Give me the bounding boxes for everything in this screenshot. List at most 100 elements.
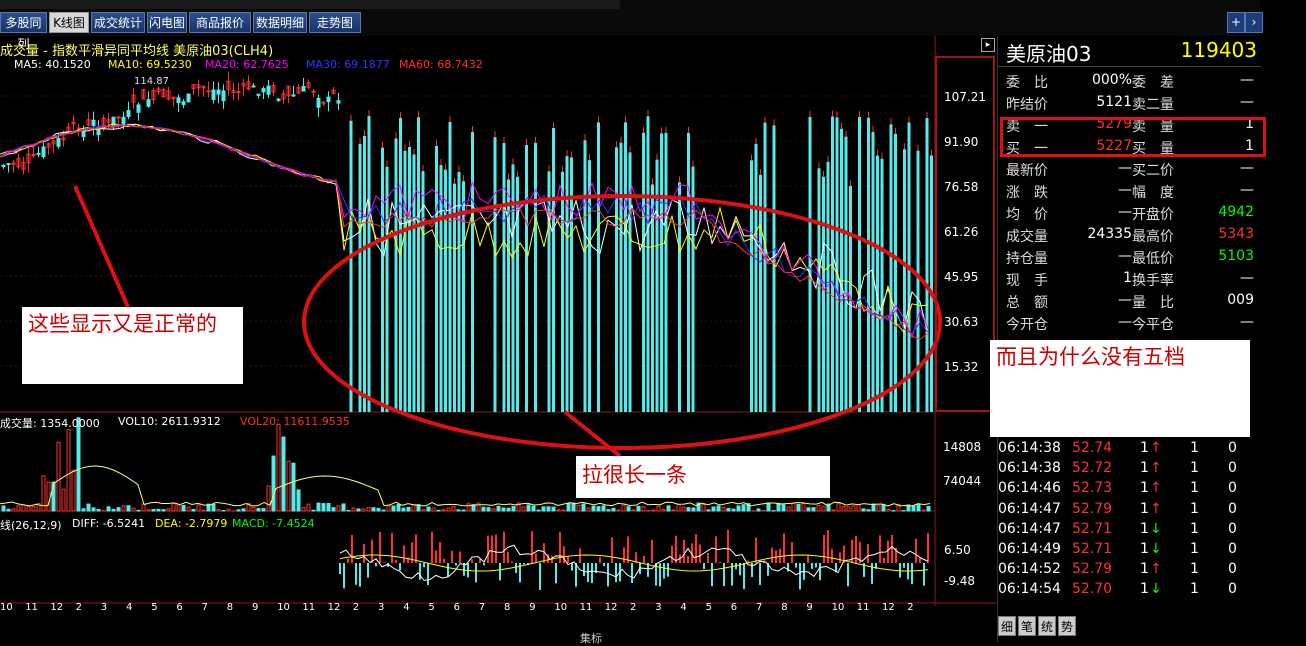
volume-bar	[847, 507, 850, 511]
volume-bar	[157, 509, 160, 511]
volume-bar	[462, 510, 465, 511]
volume-bar	[217, 510, 220, 511]
arrow-down-icon: ↓	[1150, 541, 1162, 557]
volume-bar	[722, 507, 725, 511]
volume-bar	[277, 424, 280, 511]
price-axis-frame	[935, 56, 995, 412]
time-tick-label: 7	[756, 602, 762, 613]
tick-time: 06:14:38	[998, 440, 1061, 456]
tick-vol: 1	[1140, 521, 1149, 537]
tab-5[interactable]: 数据明细	[253, 12, 307, 33]
long-candle-bar	[615, 147, 618, 412]
time-tick-label: 10	[277, 602, 290, 613]
volume-bar	[302, 508, 305, 511]
volume-bar	[532, 506, 535, 511]
volume-bar	[242, 509, 245, 511]
candle-body	[317, 98, 320, 107]
tick-row: 06:14:3852.72110↑	[998, 460, 1248, 480]
time-tick-label: 3	[378, 602, 384, 613]
volume-bar	[252, 507, 255, 511]
time-tick-label: 8	[227, 602, 233, 613]
long-candle-bar	[597, 122, 600, 412]
volume-bar	[67, 430, 70, 511]
arrow-down-icon: ↓	[1150, 521, 1162, 537]
quote-row: 涨 跌—幅 度—	[1006, 182, 1254, 204]
toolbar-icon-row	[0, 0, 620, 9]
long-candle-bar	[903, 149, 906, 412]
add-icon[interactable]: +	[1227, 12, 1245, 33]
candle-body	[92, 120, 95, 125]
volume-bar	[597, 507, 600, 511]
long-candle-bar	[435, 146, 438, 412]
volume-bar	[62, 489, 65, 511]
volume-bar	[147, 510, 150, 511]
candle-body	[262, 89, 265, 92]
expand-icon[interactable]: ▸	[981, 38, 995, 52]
tick-price: 52.72	[1072, 460, 1112, 476]
volume-bar	[382, 510, 385, 511]
note-no-five: 而且为什么没有五档	[990, 340, 1250, 437]
time-tick-label: 12	[882, 602, 895, 613]
tab-0[interactable]: 多股同列	[0, 12, 47, 33]
volume-bar	[22, 505, 25, 511]
candle-body	[187, 94, 190, 102]
long-candle-bar	[647, 116, 650, 412]
volume-bar	[817, 505, 820, 511]
long-candle-bar	[755, 144, 758, 412]
tab-3[interactable]: 闪电图	[147, 12, 187, 33]
volume-bar	[602, 506, 605, 511]
volume-bar	[487, 508, 490, 511]
volume-bar	[82, 509, 85, 511]
time-tick-label: 2	[907, 602, 913, 613]
tick-row: 06:14:4952.71110↓	[998, 541, 1248, 561]
quote-label: 最低价	[1132, 248, 1174, 268]
volume-bar	[197, 505, 200, 511]
tab-6[interactable]: 走势图	[309, 12, 361, 33]
ma-label-3: MA30: 69.1877	[306, 58, 390, 71]
tick-time: 06:14:54	[998, 581, 1061, 597]
long-candle-bar	[449, 122, 452, 412]
tick-b: 0	[1228, 541, 1237, 557]
long-candle-bar	[926, 118, 929, 412]
volume-bar	[427, 507, 430, 511]
tab-2[interactable]: 成交统计	[91, 12, 145, 33]
tick-price: 52.70	[1072, 581, 1112, 597]
volume-bar	[202, 510, 205, 511]
volume-bar	[357, 509, 360, 511]
volume-bar	[492, 509, 495, 511]
volume-bar	[77, 418, 80, 511]
candle-body	[137, 105, 140, 112]
long-candle-bar	[404, 151, 407, 412]
volume-bar	[877, 506, 880, 511]
panel-tab-2[interactable]: 统	[1038, 616, 1056, 636]
quote-row: 均 价—开盘价4942	[1006, 204, 1254, 226]
volume-bar	[632, 510, 635, 511]
volume-bar	[97, 509, 100, 511]
volume-bar	[642, 507, 645, 511]
long-candle-bar	[858, 117, 861, 412]
volume-bar	[482, 507, 485, 511]
long-candle-bar	[773, 125, 776, 412]
volume-bar	[652, 510, 655, 511]
volume-bar	[457, 510, 460, 511]
volume-bar	[912, 506, 915, 511]
volume-bar	[267, 486, 270, 511]
time-tick-label: 12	[605, 602, 618, 613]
tab-1[interactable]: K线图	[49, 12, 89, 33]
chevron-right-icon[interactable]: ›	[1245, 12, 1263, 33]
quote-value: —	[1118, 314, 1132, 330]
long-candle-bar	[930, 155, 933, 412]
panel-tab-0[interactable]: 细	[998, 616, 1016, 636]
time-tick-label: 8	[504, 602, 510, 613]
time-tick-label: 2	[630, 602, 636, 613]
panel-tab-3[interactable]: 势	[1058, 616, 1076, 636]
long-candle-bar	[494, 137, 497, 412]
tick-price: 52.71	[1072, 521, 1112, 537]
quote-label: 卖二量	[1132, 94, 1174, 114]
tab-4[interactable]: 商品报价	[189, 12, 251, 33]
volume-bar	[132, 508, 135, 511]
long-candle-bar	[552, 128, 555, 412]
quote-row: 最新价—买二价—	[1006, 160, 1254, 182]
chart-title: 成交量 - 指数平滑异同平均线 美原油03(CLH4)	[0, 40, 273, 59]
panel-tab-1[interactable]: 笔	[1018, 616, 1036, 636]
